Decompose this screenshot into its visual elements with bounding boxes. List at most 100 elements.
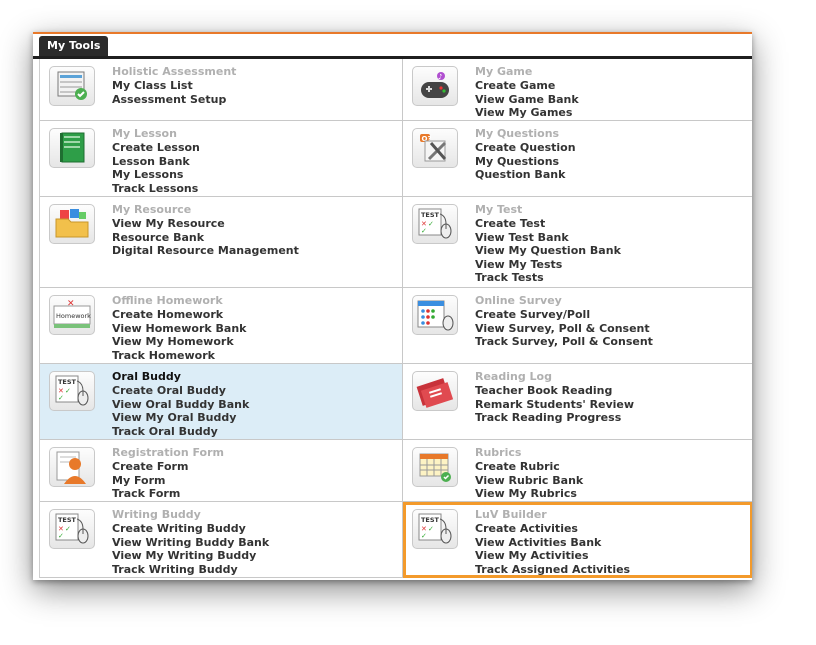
test-icon[interactable]: TEST ✕ ✓ ✓ [412,204,458,244]
tool-title: LuV Builder [475,508,547,521]
link-create-question[interactable]: Create Question [475,141,576,155]
link-create-activities[interactable]: Create Activities [475,522,630,536]
link-track-survey-poll-consent[interactable]: Track Survey, Poll & Consent [475,335,653,349]
link-digital-resource-management[interactable]: Digital Resource Management [112,244,299,258]
question-tools-icon[interactable]: Q? [412,128,458,168]
link-create-test[interactable]: Create Test [475,217,621,231]
link-my-class-list[interactable]: My Class List [112,79,236,93]
tool-my-test: TEST ✕ ✓ ✓ My Test Create Test View Test Ba… [403,197,752,288]
link-create-homework[interactable]: Create Homework [112,308,246,322]
svg-text:TEST: TEST [58,378,77,386]
tool-luv-builder: TEST ✕ ✓ ✓ LuV Builder Create Activities Vi… [403,502,752,578]
link-create-writing-buddy[interactable]: Create Writing Buddy [112,522,269,536]
tool-title: Registration Form [112,446,224,459]
link-view-my-resource[interactable]: View My Resource [112,217,299,231]
svg-text:Homework: Homework [56,312,91,320]
link-my-questions[interactable]: My Questions [475,155,576,169]
link-view-my-tests[interactable]: View My Tests [475,258,621,272]
link-view-my-writing-buddy[interactable]: View My Writing Buddy [112,549,269,563]
my-tools-panel: My Tools Holistic Assessment My Class Li… [33,32,752,580]
test-icon[interactable]: TEST ✕ ✓ ✓ [49,371,95,411]
reading-book-icon[interactable] [412,371,458,411]
svg-text:✕: ✕ [67,299,75,309]
link-create-game[interactable]: Create Game [475,79,579,93]
link-remark-students-review[interactable]: Remark Students' Review [475,398,634,412]
link-view-survey-poll-consent[interactable]: View Survey, Poll & Consent [475,322,653,336]
tool-title: Offline Homework [112,294,223,307]
tool-title: Oral Buddy [112,370,181,383]
link-track-assigned-activities[interactable]: Track Assigned Activities [475,563,630,577]
link-track-reading-progress[interactable]: Track Reading Progress [475,411,634,425]
tool-my-resource: My Resource View My Resource Resource Ba… [40,197,403,288]
svg-text:✓: ✓ [65,387,71,395]
tab-bar: My Tools [33,34,752,59]
link-my-lessons[interactable]: My Lessons [112,168,200,182]
link-view-my-games[interactable]: View My Games [475,106,579,120]
tool-title: Online Survey [475,294,562,307]
link-track-writing-buddy[interactable]: Track Writing Buddy [112,563,269,577]
tool-title: Holistic Assessment [112,65,237,78]
link-create-rubric[interactable]: Create Rubric [475,460,583,474]
svg-text:✓: ✓ [421,227,427,235]
lesson-book-icon[interactable] [49,128,95,168]
registration-person-icon[interactable] [49,447,95,487]
tool-registration-form: Registration Form Create Form My Form Tr… [40,440,403,502]
link-view-game-bank[interactable]: View Game Bank [475,93,579,107]
link-view-homework-bank[interactable]: View Homework Bank [112,322,246,336]
link-track-tests[interactable]: Track Tests [475,271,621,285]
svg-text:✓: ✓ [65,525,71,533]
svg-text:TEST: TEST [421,211,440,219]
tool-holistic-assessment: Holistic Assessment My Class List Assess… [40,59,403,121]
link-view-rubric-bank[interactable]: View Rubric Bank [475,474,583,488]
tool-title: Writing Buddy [112,508,201,521]
test-icon[interactable]: TEST ✕ ✓ ✓ [49,509,95,549]
tool-title: Reading Log [475,370,552,383]
tool-my-questions: Q? My Questions Create Question My Quest… [403,121,752,197]
resource-folder-icon[interactable] [49,204,95,244]
tool-rubrics: Rubrics Create Rubric View Rubric Bank V… [403,440,752,502]
link-view-my-activities[interactable]: View My Activities [475,549,630,563]
rubric-grid-icon[interactable] [412,447,458,487]
tools-grid: Holistic Assessment My Class List Assess… [39,59,752,578]
tool-my-lesson: My Lesson Create Lesson Lesson Bank My L… [40,121,403,197]
link-view-my-rubrics[interactable]: View My Rubrics [475,487,583,501]
link-my-form[interactable]: My Form [112,474,224,488]
link-track-form[interactable]: Track Form [112,487,224,501]
tab-my-tools[interactable]: My Tools [39,36,109,56]
link-track-lessons[interactable]: Track Lessons [112,182,200,196]
link-view-writing-buddy-bank[interactable]: View Writing Buddy Bank [112,536,269,550]
test-icon[interactable]: TEST ✕ ✓ ✓ [412,509,458,549]
link-view-my-question-bank[interactable]: View My Question Bank [475,244,621,258]
tool-writing-buddy: TEST ✕ ✓ ✓ Writing Buddy Create Writing Bud… [40,502,403,578]
gamepad-icon[interactable]: ♪ [412,66,458,106]
link-view-my-homework[interactable]: View My Homework [112,335,246,349]
class-list-icon[interactable] [49,66,95,106]
survey-icon[interactable] [412,295,458,335]
link-create-form[interactable]: Create Form [112,460,224,474]
link-create-lesson[interactable]: Create Lesson [112,141,200,155]
link-create-survey-poll[interactable]: Create Survey/Poll [475,308,653,322]
link-track-homework[interactable]: Track Homework [112,349,246,363]
svg-text:✓: ✓ [428,525,434,533]
link-view-activities-bank[interactable]: View Activities Bank [475,536,630,550]
link-lesson-bank[interactable]: Lesson Bank [112,155,200,169]
svg-text:♪: ♪ [438,73,442,81]
svg-text:TEST: TEST [58,516,77,524]
link-resource-bank[interactable]: Resource Bank [112,231,299,245]
svg-text:✓: ✓ [428,220,434,228]
tool-title: Rubrics [475,446,522,459]
tool-my-game: ♪ My Game Create Game View Game Bank Vie… [403,59,752,121]
link-question-bank[interactable]: Question Bank [475,168,576,182]
link-create-oral-buddy[interactable]: Create Oral Buddy [112,384,249,398]
link-view-test-bank[interactable]: View Test Bank [475,231,621,245]
homework-icon[interactable]: Homework ✕ [49,295,95,335]
link-assessment-setup[interactable]: Assessment Setup [112,93,236,107]
link-view-my-oral-buddy[interactable]: View My Oral Buddy [112,411,249,425]
tool-title: My Questions [475,127,560,140]
link-track-oral-buddy[interactable]: Track Oral Buddy [112,425,249,439]
tool-online-survey: Online Survey Create Survey/Poll View Su… [403,288,752,364]
link-view-oral-buddy-bank[interactable]: View Oral Buddy Bank [112,398,249,412]
tool-reading-log: Reading Log Teacher Book Reading Remark … [403,364,752,440]
svg-text:✓: ✓ [58,394,64,402]
link-teacher-book-reading[interactable]: Teacher Book Reading [475,384,634,398]
